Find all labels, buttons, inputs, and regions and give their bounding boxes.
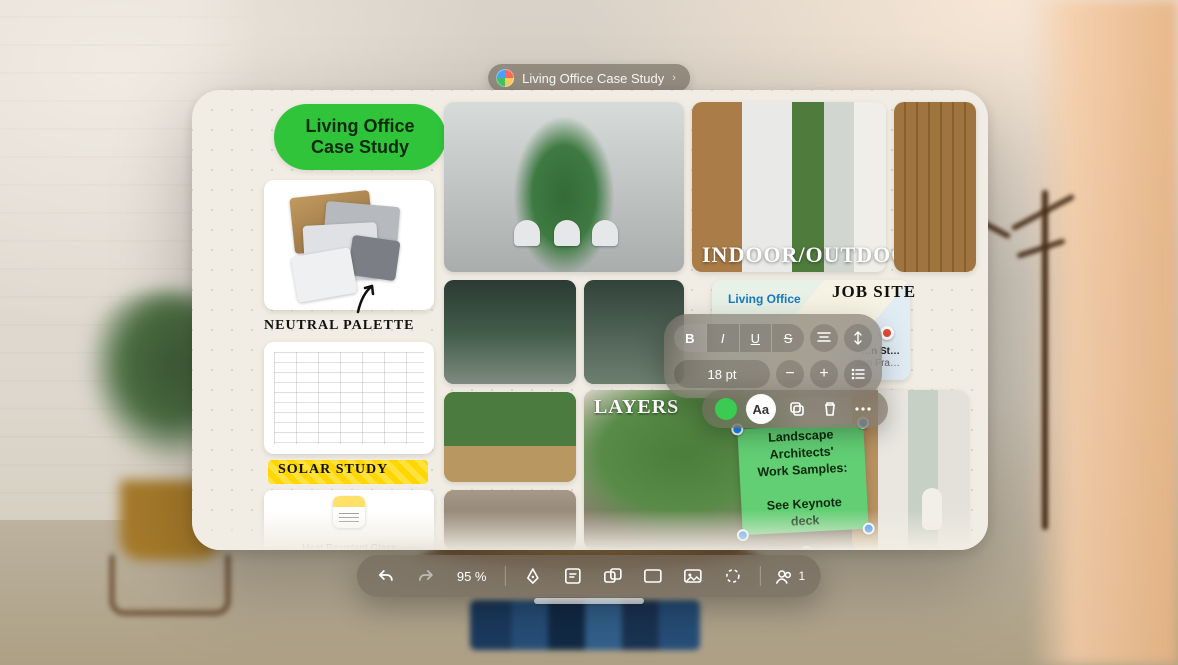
toolbar-divider: [759, 566, 760, 586]
valign-icon: [852, 331, 864, 345]
note-edit-toolbar: Aa: [702, 390, 888, 428]
undo-icon: [377, 568, 395, 584]
freeform-app-icon: [496, 69, 514, 87]
document-title: Living Office Case Study: [522, 71, 664, 86]
photo-planter-wall[interactable]: [444, 392, 576, 482]
text-align-button[interactable]: [810, 324, 838, 352]
stacked-books: [470, 600, 700, 650]
note-color-button[interactable]: [715, 398, 737, 420]
notes-link-card[interactable]: Heat Resistant Glass: [264, 490, 434, 550]
canvas-toolbar: 95 % 1: [357, 555, 821, 597]
neutral-palette-card[interactable]: [264, 180, 434, 310]
collaboration-indicator[interactable]: 1: [774, 567, 805, 585]
sketch-card[interactable]: [264, 342, 434, 454]
zoom-level[interactable]: 95 %: [453, 569, 491, 584]
list-style-button[interactable]: [844, 360, 872, 388]
duplicate-button[interactable]: [785, 397, 809, 421]
italic-button[interactable]: I: [707, 324, 739, 352]
sticky-note-selected[interactable]: Landscape Architects' Work Samples: See …: [737, 423, 868, 535]
plant-stand: [110, 555, 230, 615]
markup-tool-button[interactable]: [519, 563, 545, 589]
board-title-text: Living Office Case Study: [305, 116, 414, 157]
neutral-palette-label[interactable]: Neutral Palette: [264, 318, 415, 334]
curtain: [1028, 0, 1178, 665]
shapes-icon: [602, 567, 622, 585]
photo-wood-slats[interactable]: [894, 102, 976, 272]
text-box-icon: [642, 568, 662, 584]
sticky-note-tool-button[interactable]: [559, 563, 585, 589]
coat-rack: [1042, 190, 1048, 530]
chevron-right-icon: ›: [672, 72, 676, 84]
collaborator-count: 1: [798, 569, 805, 583]
arrow-annotation: [352, 282, 382, 318]
strikethrough-button[interactable]: S: [772, 324, 804, 352]
ellipsis-icon: [854, 406, 872, 412]
window-grabber[interactable]: [534, 598, 644, 604]
redo-icon: [417, 568, 435, 584]
photo-glass-pavilion[interactable]: [444, 280, 576, 384]
photo-icon: [682, 568, 702, 584]
toolbar-divider: [504, 566, 505, 586]
trash-icon: [822, 400, 838, 418]
underline-button[interactable]: U: [740, 324, 772, 352]
sticky-note-icon: [563, 567, 581, 585]
text-style-button[interactable]: Aa: [746, 394, 776, 424]
more-button[interactable]: [851, 397, 875, 421]
document-title-pill[interactable]: Living Office Case Study ›: [488, 64, 690, 92]
photo-drawers[interactable]: [444, 490, 576, 550]
font-size-increase-button[interactable]: +: [810, 360, 838, 388]
notes-app-icon: [333, 496, 365, 528]
layers-label[interactable]: Layers: [594, 396, 679, 419]
media-tool-button[interactable]: [679, 563, 705, 589]
pen-tip-icon: [523, 567, 541, 585]
duplicate-icon: [788, 400, 806, 418]
font-size-display[interactable]: 18 pt: [674, 360, 770, 388]
bullet-list-icon: [851, 368, 865, 380]
loop-icon: [723, 567, 741, 585]
job-site-label[interactable]: Job Site: [832, 282, 916, 302]
text-style-segment: B I U S: [674, 324, 804, 352]
photo-lobby-greenwall[interactable]: [444, 102, 684, 272]
solar-study-label[interactable]: Solar Study: [278, 462, 388, 478]
bold-button[interactable]: B: [674, 324, 706, 352]
link-tool-button[interactable]: [719, 563, 745, 589]
text-box-tool-button[interactable]: [639, 563, 665, 589]
notes-link-caption: Heat Resistant Glass: [264, 543, 434, 550]
vertical-align-button[interactable]: [844, 324, 872, 352]
sticky-note-text: Landscape Architects' Work Samples: See …: [747, 426, 858, 533]
indoor-outdoor-label[interactable]: Indoor/Outdoor: [702, 242, 926, 268]
material-swatches: [264, 180, 434, 310]
align-center-icon: [817, 332, 831, 344]
collaborators-icon: [774, 567, 794, 585]
redo-button[interactable]: [413, 563, 439, 589]
map-pin-icon: [880, 326, 894, 340]
font-size-decrease-button[interactable]: −: [776, 360, 804, 388]
undo-button[interactable]: [373, 563, 399, 589]
board-title-shape[interactable]: Living Office Case Study: [274, 104, 446, 170]
delete-button[interactable]: [818, 397, 842, 421]
shapes-tool-button[interactable]: [599, 563, 625, 589]
map-title: Living Office: [728, 292, 801, 306]
text-format-toolbar: B I U S 18 pt − +: [664, 314, 882, 398]
